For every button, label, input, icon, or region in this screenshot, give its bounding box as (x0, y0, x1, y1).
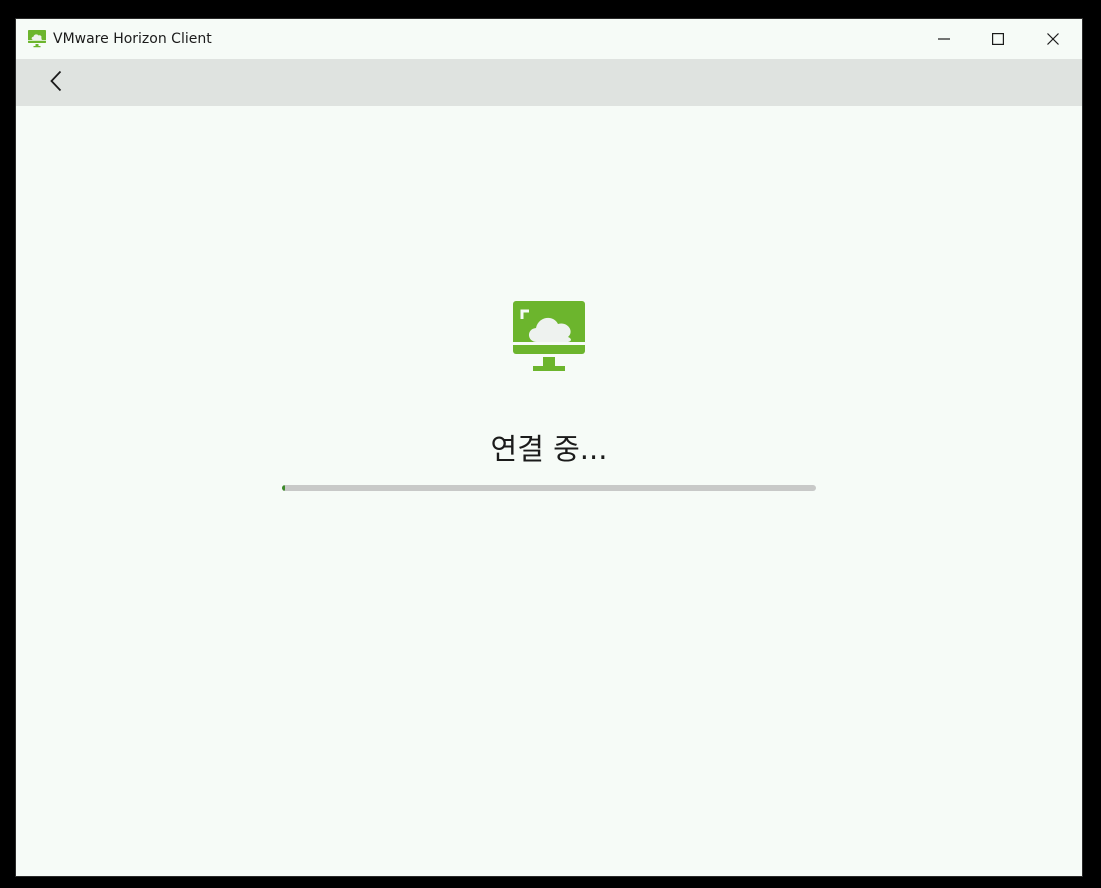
close-button[interactable] (1026, 19, 1080, 59)
connecting-status-text: 연결 중... (490, 432, 608, 466)
minimize-icon (938, 30, 950, 49)
main-content: 연결 중... (16, 106, 1082, 876)
connection-progress-bar (282, 485, 816, 491)
minimize-button[interactable] (917, 19, 971, 59)
chevron-left-icon (50, 70, 62, 96)
title-bar[interactable]: VMware Horizon Client (16, 19, 1082, 59)
horizon-app-icon (28, 30, 46, 48)
maximize-icon (992, 30, 1005, 49)
maximize-button[interactable] (971, 19, 1025, 59)
app-window: VMware Horizon Client 연결 중... (16, 19, 1082, 876)
back-button[interactable] (38, 65, 74, 101)
horizon-monitor-icon (513, 301, 585, 373)
progress-fill (282, 485, 286, 491)
close-icon (1047, 30, 1059, 49)
navigation-bar (16, 59, 1082, 106)
window-title: VMware Horizon Client (53, 31, 212, 47)
